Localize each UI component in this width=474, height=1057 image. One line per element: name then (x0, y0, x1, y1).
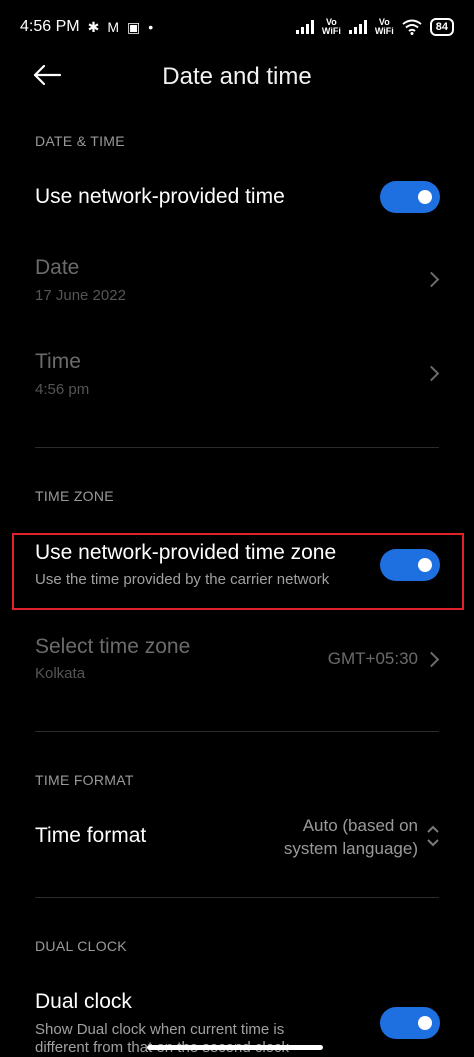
time-format-label: Time format (35, 824, 147, 847)
network-time-zone-toggle[interactable] (380, 549, 440, 581)
toggle-knob (418, 190, 432, 204)
dual-clock-sub-line1: Show Dual clock when current time is (35, 1021, 285, 1038)
wifi-icon (402, 19, 422, 35)
signal-icon (295, 20, 314, 34)
date-value: 17 June 2022 (35, 287, 126, 304)
dual-clock-toggle[interactable] (380, 1007, 440, 1039)
network-time-toggle[interactable] (380, 181, 440, 213)
time-value: 4:56 pm (35, 381, 90, 398)
section-header-date-time: DATE & TIME (35, 133, 125, 149)
more-notifications-icon: • (148, 19, 154, 35)
dual-clock-sub: Show Dual clock when current time is dif… (35, 1021, 289, 1057)
section-header-time-zone: TIME ZONE (35, 488, 114, 504)
chevron-right-icon (423, 365, 440, 382)
app-bar: Date and time (0, 54, 474, 100)
time-zone-offset: GMT+05:30 (327, 649, 418, 668)
battery-icon: 84 (429, 18, 454, 36)
vowifi-icon-2: Vo WiFi (374, 17, 394, 36)
dual-clock-label: Dual clock (35, 990, 132, 1013)
page-title: Date and time (162, 63, 312, 90)
chevron-right-icon (423, 651, 440, 668)
slack-icon: ✱ (87, 18, 100, 35)
time-label: Time (35, 350, 81, 373)
gmail-icon: M (107, 19, 119, 35)
signal-icon-2 (348, 20, 367, 34)
time-format-value-line2: system language) (283, 839, 418, 858)
time-format-value: Auto (based on system language) (284, 814, 418, 860)
network-time-zone-sub: Use the time provided by the carrier net… (35, 571, 330, 588)
network-time-label: Use network-provided time (35, 185, 285, 208)
divider (35, 731, 439, 732)
teams-icon: ▣ (127, 18, 141, 35)
gesture-nav-handle[interactable] (147, 1045, 323, 1050)
toggle-knob (418, 1016, 432, 1030)
section-header-dual-clock: DUAL CLOCK (35, 938, 127, 954)
chevron-up-down-icon (427, 825, 439, 847)
network-time-zone-label: Use network-provided time zone (35, 541, 337, 564)
time-format-value-line1: Auto (based on (302, 816, 418, 835)
select-time-zone-label: Select time zone (35, 635, 191, 658)
toggle-knob (418, 558, 432, 572)
section-header-time-format: TIME FORMAT (35, 772, 134, 788)
select-time-zone-city: Kolkata (35, 665, 86, 682)
date-label: Date (35, 256, 80, 279)
divider (35, 447, 439, 448)
status-time: 4:56 PM (20, 18, 80, 35)
divider (35, 897, 439, 898)
chevron-right-icon (423, 271, 440, 288)
vowifi-icon: Vo WiFi (321, 17, 341, 36)
status-bar: 4:56 PM ✱ M ▣ • Vo WiFi Vo WiFi 84 (0, 0, 474, 54)
